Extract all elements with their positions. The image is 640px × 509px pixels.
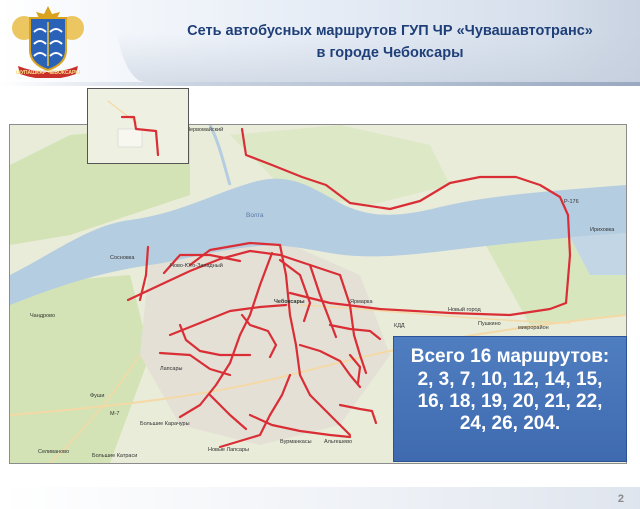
map-label: Новые Лапсары <box>208 447 249 453</box>
header-divider <box>0 82 640 86</box>
map-label: Новый город <box>448 306 481 313</box>
map-label: Ярмарка <box>350 299 373 305</box>
map-label: Пушкино <box>478 321 501 327</box>
map-label: Ириховка <box>590 227 615 233</box>
map-label: Чандрово <box>30 313 55 319</box>
map-label: микрорайон <box>518 324 549 331</box>
map-label: Альгешево <box>324 439 352 445</box>
page-number: 2 <box>617 493 624 505</box>
map-label: Фуши <box>90 393 104 399</box>
page-title: Сеть автобусных маршрутов ГУП ЧР «Чуваша… <box>150 20 630 64</box>
map-label: Большие Карачуры <box>140 421 190 427</box>
map-label: М-7 <box>110 411 119 417</box>
routes-list-line: 2, 3, 7, 10, 12, 14, 15, <box>417 369 603 390</box>
map-label: Селиваново <box>38 449 69 455</box>
map-label: Сосновка <box>110 255 135 261</box>
map-label: Чебоксары <box>274 298 305 305</box>
map-label: Волга <box>246 212 264 219</box>
emblem-ribbon-text: ШУПАШКАР ЧЕБОКСАРЫ <box>16 70 80 76</box>
routes-list-line: 16, 18, 19, 20, 21, 22, <box>417 391 603 412</box>
inset-canvas <box>88 89 188 163</box>
routes-summary-box: Всего 16 маршрутов: 2, 3, 7, 10, 12, 14,… <box>393 336 627 462</box>
map-label: Вурманкасы <box>280 439 312 445</box>
map-label: Ново-Юго-Западный <box>170 262 223 269</box>
title-line-1: Сеть автобусных маршрутов ГУП ЧР «Чуваша… <box>187 23 593 39</box>
map-label: Лапсары <box>160 366 183 372</box>
map-label: Первомайский <box>186 126 223 133</box>
slide-footer <box>0 487 640 509</box>
map-label: Большие Катраси <box>92 453 137 459</box>
map-inset[interactable] <box>87 88 189 164</box>
title-line-2: в городе Чебоксары <box>316 45 464 61</box>
cheboksary-emblem: ШУПАШКАР ЧЕБОКСАРЫ <box>12 6 84 78</box>
routes-list-line: 24, 26, 204. <box>459 413 561 434</box>
routes-summary-title: Всего 16 маршрутов: <box>410 346 610 367</box>
map-label: Р-176 <box>564 199 579 205</box>
map-label: КДД <box>394 323 405 329</box>
